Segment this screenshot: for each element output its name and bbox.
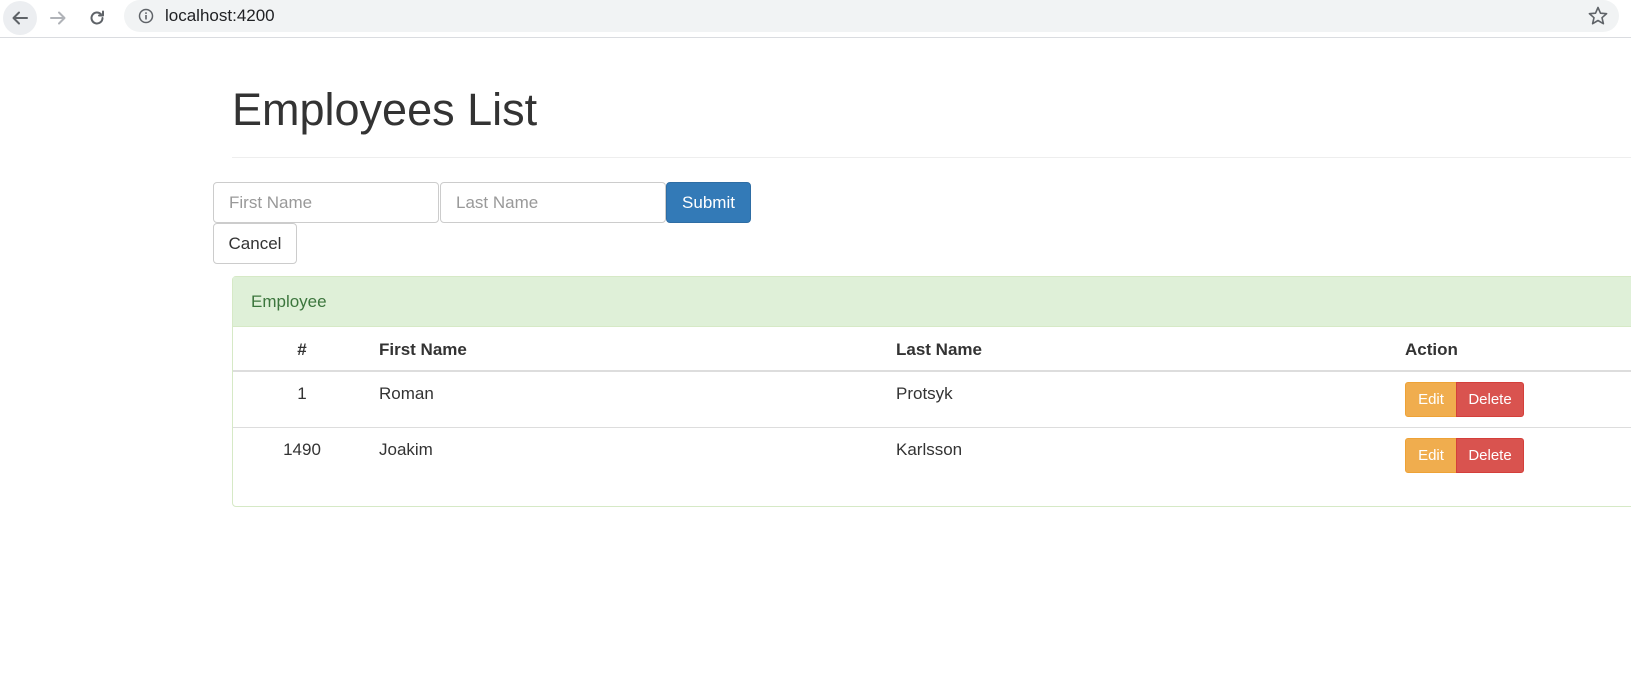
column-header-last-name: Last Name	[896, 340, 982, 359]
arrow-left-icon	[12, 11, 28, 25]
edit-button[interactable]: Edit	[1405, 438, 1457, 473]
arrow-right-icon	[50, 11, 66, 25]
browser-toolbar: localhost:4200	[0, 0, 1631, 38]
delete-button[interactable]: Delete	[1456, 382, 1524, 417]
table-row: 1490 Joakim Karlsson Edit Delete	[233, 428, 1631, 484]
column-header-first-name: First Name	[379, 340, 467, 359]
title-divider	[232, 157, 1631, 158]
employee-first-name: Joakim	[379, 440, 433, 459]
delete-button[interactable]: Delete	[1456, 438, 1524, 473]
panel-heading: Employee	[233, 277, 1631, 327]
employee-last-name: Karlsson	[896, 440, 963, 459]
column-header-action: Action	[1405, 340, 1458, 359]
back-button[interactable]	[3, 1, 37, 35]
edit-button[interactable]: Edit	[1405, 382, 1457, 417]
column-header-id: #	[297, 340, 307, 359]
reload-button[interactable]	[80, 1, 114, 35]
first-name-input[interactable]	[213, 182, 439, 223]
page-title: Employees List	[232, 84, 538, 135]
employee-id: 1	[297, 384, 307, 403]
employee-first-name: Roman	[379, 384, 434, 403]
info-icon[interactable]	[138, 8, 154, 24]
address-bar[interactable]: localhost:4200	[124, 0, 1619, 32]
employee-panel: Employee # First Name Last Name Action 1…	[232, 276, 1631, 507]
star-icon[interactable]	[1587, 5, 1609, 27]
url-text[interactable]: localhost:4200	[165, 6, 275, 26]
last-name-input[interactable]	[440, 182, 666, 223]
forward-button[interactable]	[41, 1, 75, 35]
employee-id: 1490	[283, 440, 321, 459]
employee-last-name: Protsyk	[896, 384, 953, 403]
table-row: 1 Roman Protsyk Edit Delete	[233, 372, 1631, 428]
submit-button[interactable]: Submit	[666, 182, 751, 223]
table-header-row: # First Name Last Name Action	[233, 327, 1631, 372]
reload-icon	[90, 10, 104, 25]
cancel-button[interactable]: Cancel	[213, 223, 297, 264]
